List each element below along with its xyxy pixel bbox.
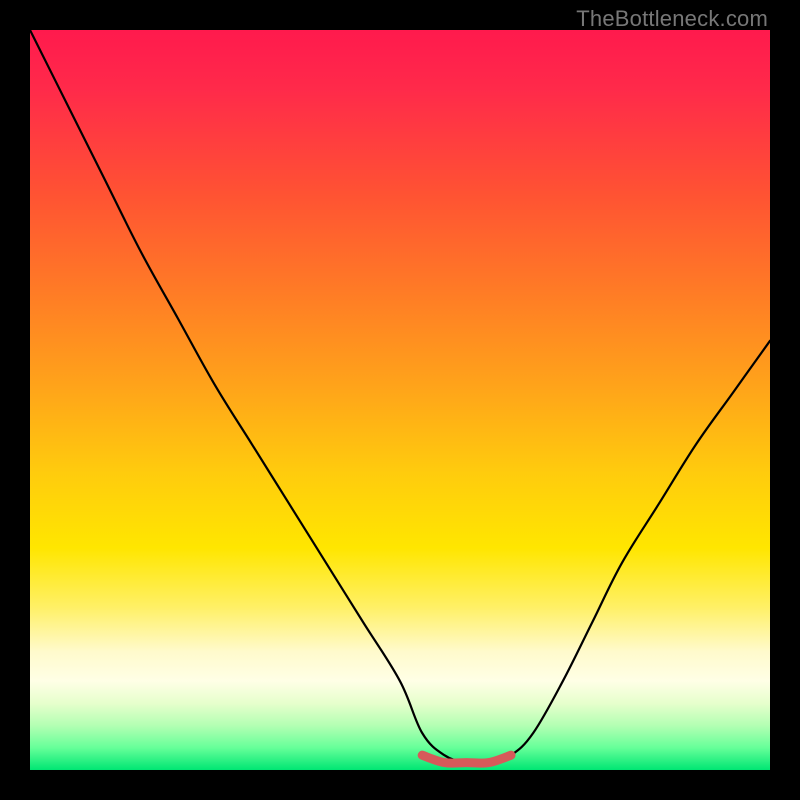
- plot-area: [30, 30, 770, 770]
- flat-marker: [422, 755, 511, 763]
- chart-frame: TheBottleneck.com: [0, 0, 800, 800]
- bottleneck-curve: [30, 30, 770, 764]
- watermark-label: TheBottleneck.com: [576, 6, 768, 32]
- chart-svg: [30, 30, 770, 770]
